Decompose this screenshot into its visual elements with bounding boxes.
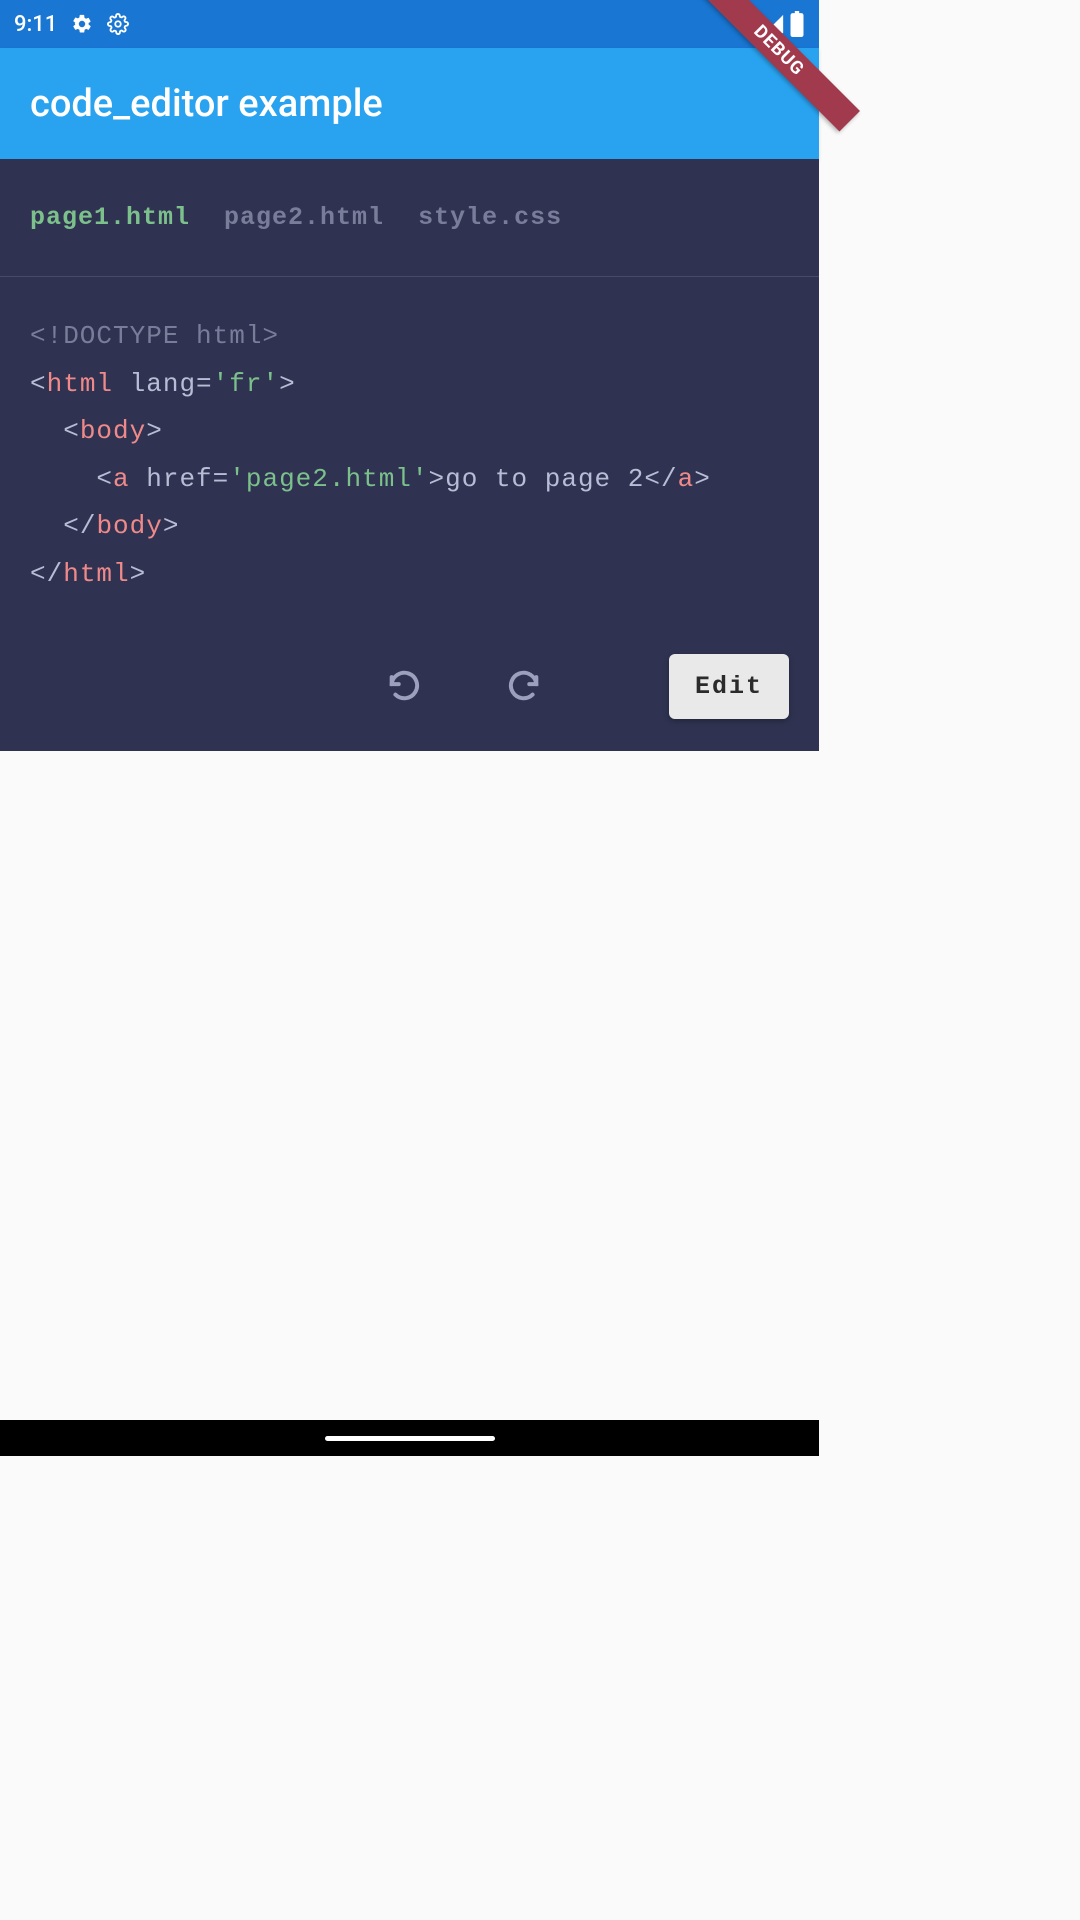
tab-page2-html[interactable]: page2.html [224, 203, 384, 232]
edit-button[interactable]: Edit [669, 654, 789, 719]
app-title: code_editor example [30, 82, 383, 126]
undo-icon [386, 670, 420, 704]
gear-outline-icon [107, 13, 129, 35]
redo-button[interactable] [507, 669, 543, 705]
system-nav-bar [0, 1420, 819, 1456]
status-left: 9:11 [14, 12, 129, 37]
action-bar: Edit [0, 626, 819, 751]
battery-icon [789, 11, 805, 37]
undo-button[interactable] [385, 669, 421, 705]
status-bar: 9:11 [0, 0, 819, 48]
redo-icon [508, 670, 542, 704]
code-doctype: <!DOCTYPE html> [30, 321, 279, 351]
file-tabs: page1.html page2.html style.css [0, 159, 819, 277]
gear-solid-icon [71, 13, 93, 35]
tab-page1-html[interactable]: page1.html [30, 203, 190, 232]
status-time: 9:11 [14, 12, 57, 37]
nav-handle[interactable] [325, 1436, 495, 1441]
code-view: <!DOCTYPE html> <html lang='fr'> <body> … [0, 277, 819, 626]
tab-style-css[interactable]: style.css [418, 203, 562, 232]
editor-panel: page1.html page2.html style.css <!DOCTYP… [0, 159, 819, 751]
app-bar: code_editor example [0, 48, 819, 159]
